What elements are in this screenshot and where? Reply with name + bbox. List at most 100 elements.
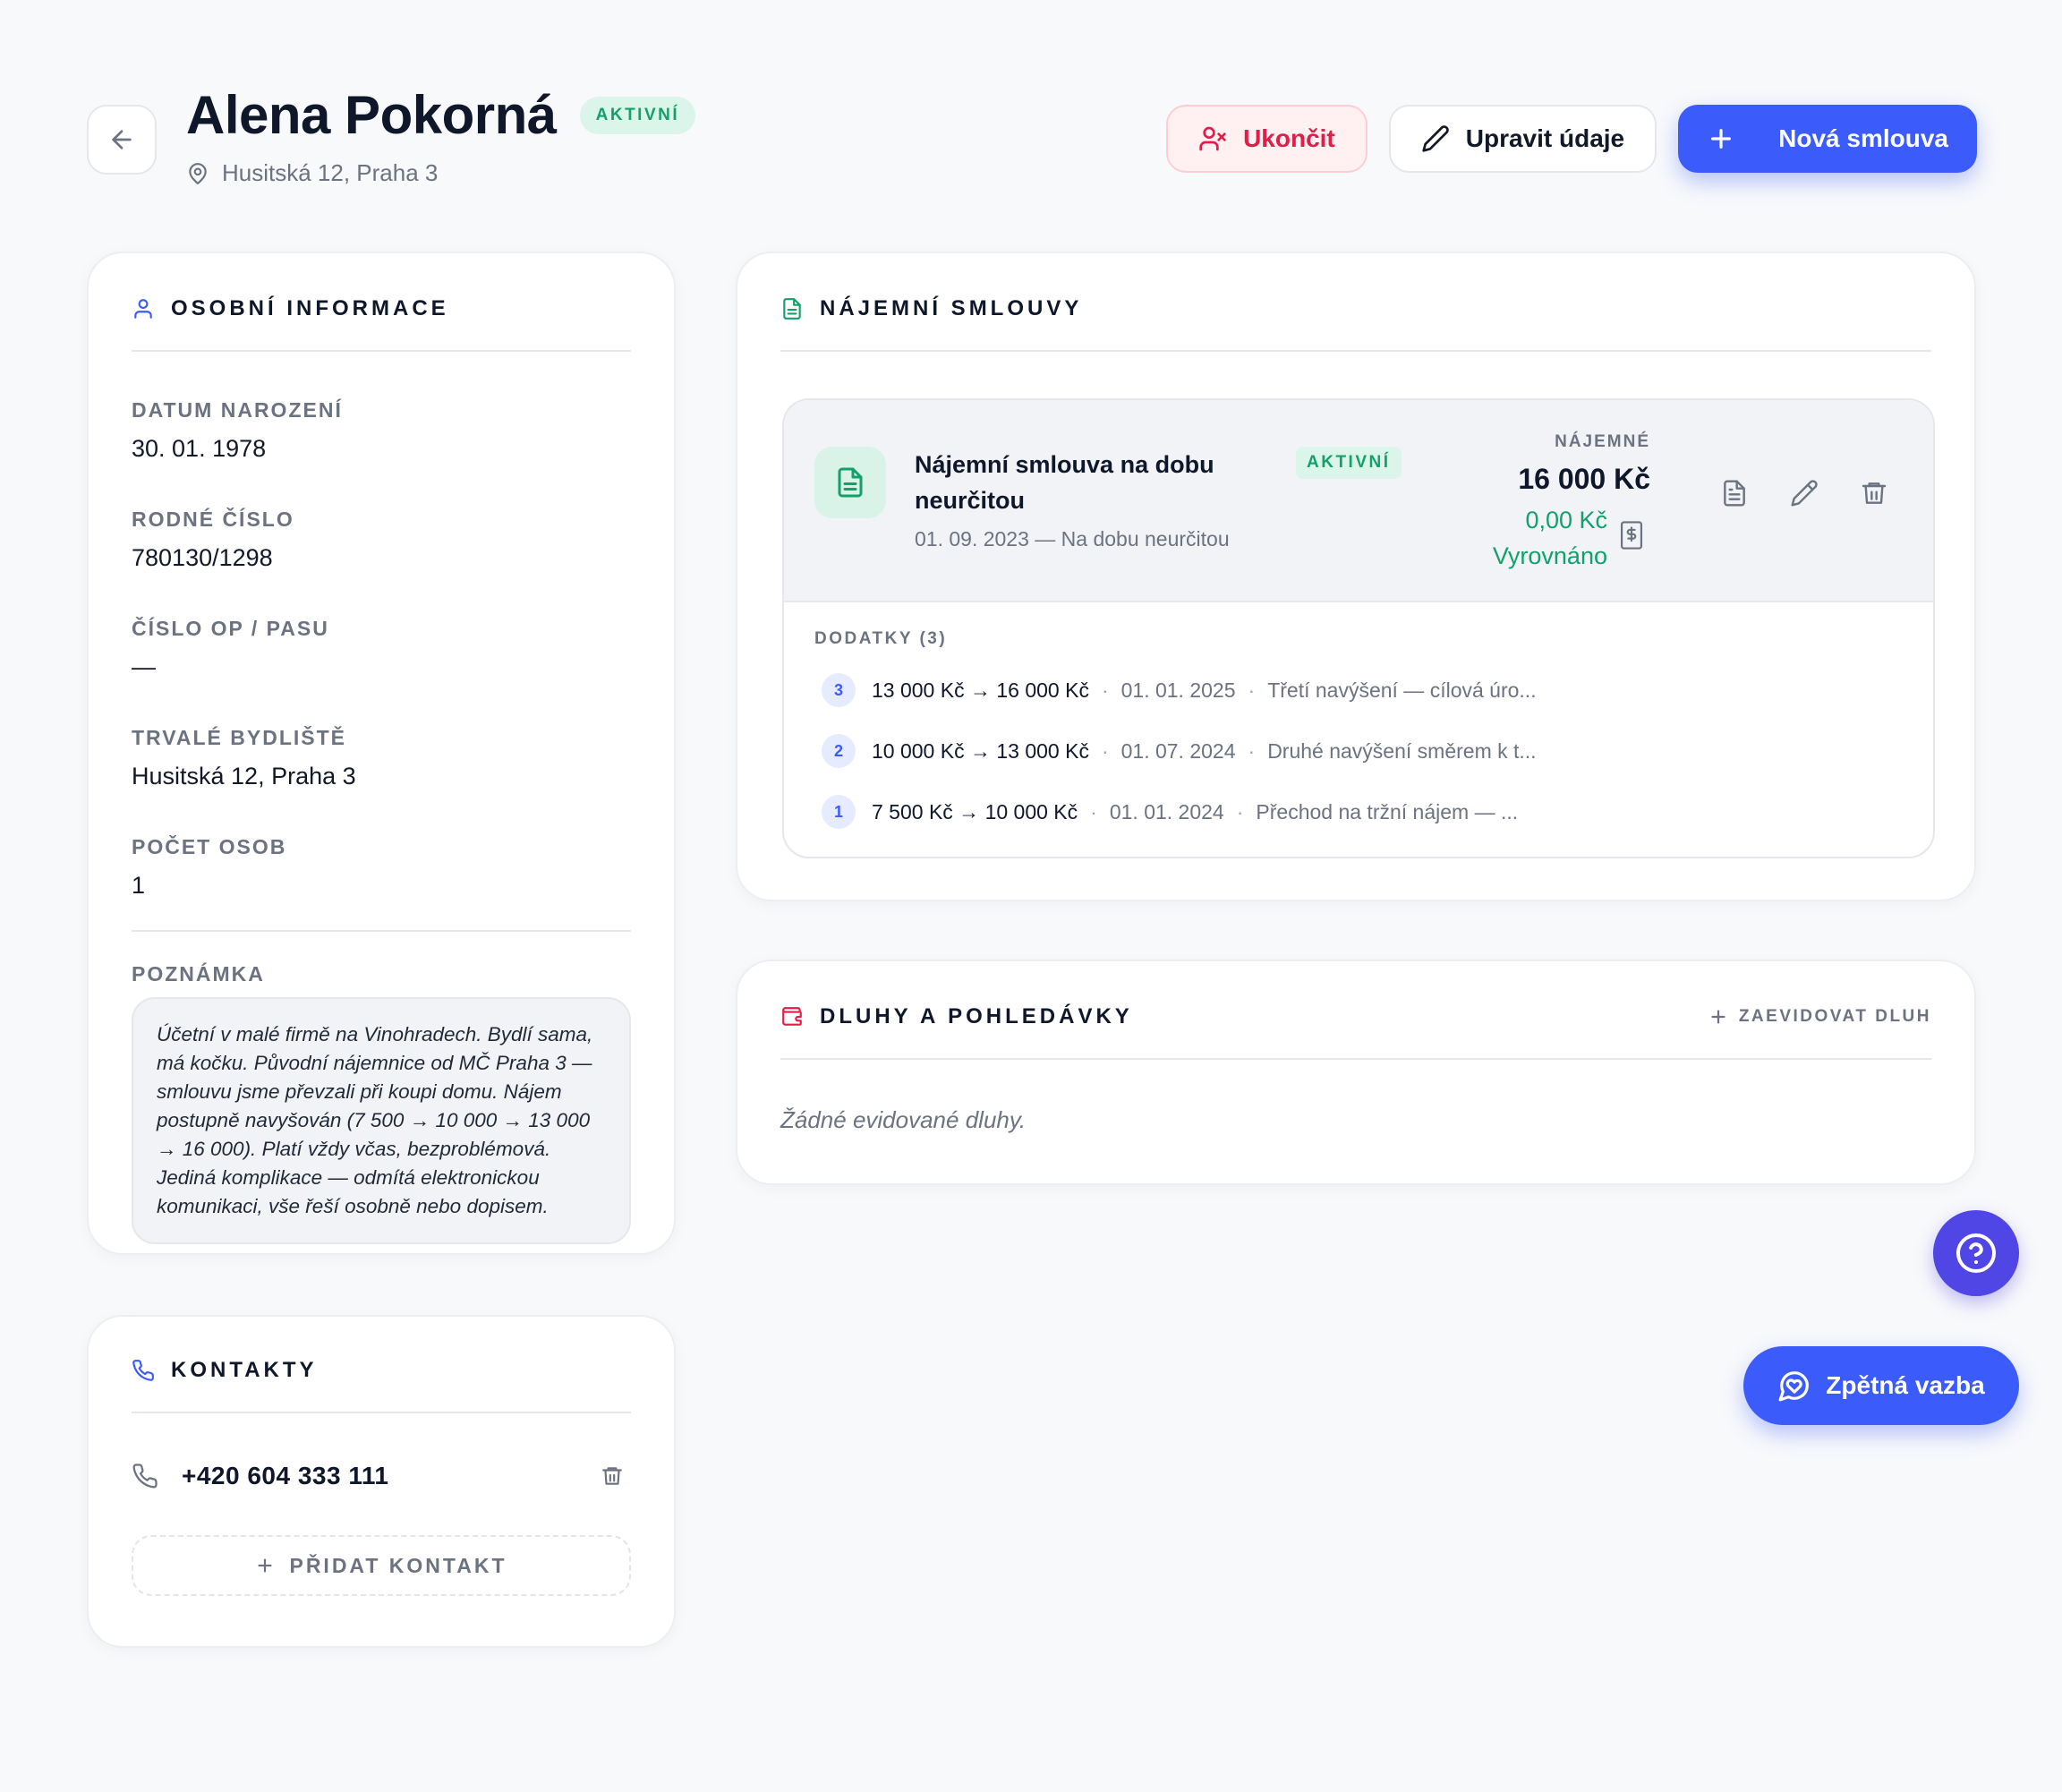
document-icon: [783, 298, 801, 320]
contracts-title: NÁJEMNÍ SMLOUVY: [820, 296, 1083, 320]
contact-phone[interactable]: +420 604 333 111: [182, 1462, 388, 1490]
field-value: 780130/1298: [132, 544, 273, 571]
note-label: POZNÁMKA: [132, 962, 265, 986]
contacts-heading: KONTAKTY: [132, 1358, 631, 1413]
contract-dates: 01. 09. 2023 — Na dobu neurčitou: [915, 527, 1230, 550]
addendum-row[interactable]: 1 7 500 Kč → 10 000 Kč · 01. 01. 2024 · …: [814, 794, 1903, 830]
phone-icon: [132, 1360, 154, 1381]
back-button[interactable]: [87, 105, 157, 175]
addenda-section: DODATKY (3) 3 13 000 Kč → 16 000 Kč · 01…: [784, 602, 1933, 857]
edit-details-button[interactable]: Upravit údaje: [1388, 105, 1657, 173]
new-contract-button[interactable]: Nová smlouva: [1678, 105, 1977, 173]
note-section: POZNÁMKA Účetní v malé firmě na Vinohrad…: [132, 930, 631, 1244]
phone-icon: [132, 1463, 158, 1489]
file-text-icon: [1724, 480, 1745, 507]
page-title: Alena Pokorná: [186, 85, 557, 145]
contract-doc-tile: [814, 447, 886, 518]
feedback-button[interactable]: Zpětná vazba: [1743, 1346, 2019, 1425]
addendum-number: 2: [822, 734, 856, 768]
end-tenancy-button[interactable]: Ukončit: [1166, 105, 1368, 173]
rent-block: NÁJEMNÉ 16 000 Kč: [1518, 432, 1650, 496]
addendum-note: Třetí navýšení — cílová úro...: [1267, 678, 1537, 702]
arrow-left-icon: [112, 130, 132, 149]
contract-status-badge: AKTIVNÍ: [1296, 447, 1402, 479]
addendum-date: 01. 01. 2024: [1109, 799, 1224, 823]
field-label: POČET OSOB: [132, 835, 287, 858]
debts-card: DLUHY A POHLEDÁVKY ZAEVIDOVAT DLUH Žádné…: [736, 960, 1976, 1185]
addendum-change: 10 000 Kč → 13 000 Kč: [872, 738, 1089, 763]
edit-contract-button[interactable]: [1790, 479, 1819, 508]
payment-receipt-button[interactable]: [1618, 520, 1645, 550]
help-circle-icon: [1956, 1233, 1996, 1273]
balance-value: 0,00 Kč: [1525, 507, 1607, 533]
rent-value: 16 000 Kč: [1518, 463, 1650, 495]
pencil-icon: [1791, 480, 1818, 507]
plus-icon: [1711, 1010, 1725, 1024]
separator-dot: ·: [1248, 678, 1256, 702]
trash-icon: [1862, 482, 1887, 504]
balance-block: 0,00 Kč Vyrovnáno: [1473, 502, 1607, 574]
addendum-number: 1: [822, 795, 856, 829]
add-contact-label: PŘIDAT KONTAKT: [289, 1553, 507, 1577]
add-debt-label: ZAEVIDOVAT DLUH: [1738, 1007, 1931, 1026]
contract-summary: Nájemní smlouva na dobu neurčitou 01. 09…: [784, 400, 1933, 602]
end-tenancy-label: Ukončit: [1243, 124, 1335, 152]
addendum-date: 01. 01. 2025: [1120, 678, 1236, 702]
receipt-dollar-icon: [1620, 521, 1643, 550]
feedback-label: Zpětná vazba: [1826, 1371, 1985, 1399]
debts-empty-text: Žádné evidované dluhy.: [780, 1106, 1027, 1133]
separator-dot: ·: [1248, 738, 1256, 763]
separator-dot: ·: [1090, 799, 1097, 823]
addendum-note: Druhé navýšení směrem k t...: [1267, 738, 1537, 763]
trash-icon: [602, 1467, 622, 1485]
addendum-number: 3: [822, 673, 856, 707]
personal-info-heading: OSOBNÍ INFORMACE: [132, 296, 631, 352]
field-value: Husitská 12, Praha 3: [132, 763, 356, 789]
plus-icon: [258, 1558, 273, 1573]
contract-item[interactable]: Nájemní smlouva na dobu neurčitou 01. 09…: [782, 398, 1935, 858]
help-button[interactable]: [1933, 1210, 2019, 1296]
add-debt-button[interactable]: ZAEVIDOVAT DLUH: [1708, 1007, 1931, 1027]
add-contact-button[interactable]: PŘIDAT KONTAKT: [132, 1535, 631, 1596]
separator-dot: ·: [1101, 738, 1109, 763]
field-label: RODNÉ ČÍSLO: [132, 508, 294, 531]
contacts-title: KONTAKTY: [171, 1358, 318, 1382]
map-pin-icon: [189, 162, 207, 184]
delete-contract-button[interactable]: [1860, 479, 1888, 508]
field-value: —: [132, 653, 156, 680]
new-contract-label: Nová smlouva: [1778, 124, 1948, 152]
view-contract-button[interactable]: [1720, 479, 1749, 508]
contracts-card: NÁJEMNÍ SMLOUVY Nájemní smlouva na dobu …: [736, 252, 1976, 901]
rent-label: NÁJEMNÉ: [1555, 432, 1650, 451]
status-badge: AKTIVNÍ: [579, 96, 696, 134]
personal-info-title: OSOBNÍ INFORMACE: [171, 296, 449, 320]
edit-details-label: Upravit údaje: [1465, 124, 1625, 152]
pencil-icon: [1422, 125, 1449, 152]
field-label: TRVALÉ BYDLIŠTĚ: [132, 726, 346, 749]
debts-title: DLUHY A POHLEDÁVKY: [820, 1004, 1133, 1028]
message-heart-icon: [1778, 1371, 1810, 1402]
title-row: Alena Pokorná AKTIVNÍ: [186, 84, 696, 146]
field-value: 1: [132, 872, 146, 899]
address-text: Husitská 12, Praha 3: [222, 159, 439, 186]
tenant-address: Husitská 12, Praha 3: [186, 159, 438, 187]
balance-status: Vyrovnáno: [1492, 542, 1607, 569]
plus-icon: [1711, 129, 1732, 149]
personal-fields: DATUM NAROZENÍ 30. 01. 1978 RODNÉ ČÍSLO …: [132, 352, 631, 900]
addendum-note: Přechod na tržní nájem — ...: [1256, 799, 1519, 823]
header-actions: Ukončit Upravit údaje Nová smlouva: [1166, 105, 1977, 173]
addendum-change: 7 500 Kč → 10 000 Kč: [872, 799, 1078, 823]
addendum-change: 13 000 Kč → 16 000 Kč: [872, 678, 1089, 702]
personal-info-card: OSOBNÍ INFORMACE DATUM NAROZENÍ 30. 01. …: [87, 252, 676, 1255]
addendum-row[interactable]: 2 10 000 Kč → 13 000 Kč · 01. 07. 2024 ·…: [814, 733, 1903, 769]
user-x-icon: [1199, 126, 1226, 151]
user-icon: [134, 299, 152, 319]
addenda-heading: DODATKY (3): [814, 629, 948, 648]
field-label: ČÍSLO OP / PASU: [132, 617, 329, 640]
field-value: 30. 01. 1978: [132, 435, 267, 462]
contacts-card: KONTAKTY +420 604 333 111 PŘIDAT KONTAKT: [87, 1315, 676, 1648]
separator-dot: ·: [1101, 678, 1109, 702]
document-icon: [838, 467, 863, 498]
addendum-row[interactable]: 3 13 000 Kč → 16 000 Kč · 01. 01. 2025 ·…: [814, 672, 1903, 708]
delete-contact-button[interactable]: [601, 1464, 624, 1488]
